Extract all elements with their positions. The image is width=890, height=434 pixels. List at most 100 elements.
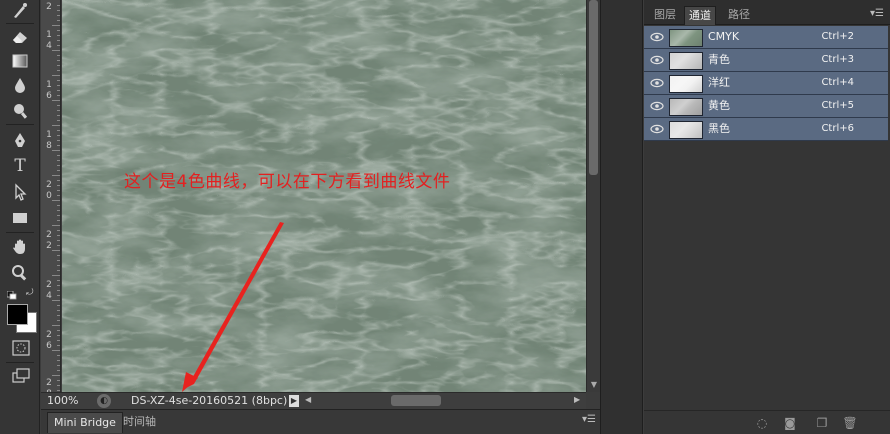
ruler-tick [57,70,60,71]
tab-timeline[interactable]: 时间轴 [117,412,162,432]
vertical-scrollbar[interactable]: ▼ [586,0,600,392]
ruler-tick [57,55,60,56]
channel-name: 黑色 [708,122,730,135]
visibility-eye-icon[interactable] [650,77,664,89]
ruler-label: 2 [46,280,52,290]
ruler-tick [52,75,60,76]
ruler-tick [57,45,60,46]
ruler-tick [57,260,60,261]
delete-icon[interactable]: 🗑 [842,415,858,431]
path-select-icon[interactable] [8,181,32,203]
tab-layers[interactable]: 图层 [650,6,680,24]
pen-icon[interactable] [8,129,32,151]
load-selection-icon[interactable]: ◌ [754,415,770,431]
tab-mini-bridge[interactable]: Mini Bridge [47,412,123,433]
ruler-tick [57,65,60,66]
channel-thumbnail [669,121,703,139]
default-colors-icon[interactable] [6,290,17,300]
ruler-tick [52,125,60,126]
ruler-tick [57,210,60,211]
eraser-icon[interactable] [8,26,32,48]
channel-row[interactable]: CMYK Ctrl+2 [644,26,888,49]
horizontal-scroll-thumb[interactable] [391,395,441,406]
ruler-tick [57,305,60,306]
channel-name: 青色 [708,53,730,66]
scroll-right-arrow-icon[interactable]: ▶ [574,395,580,404]
blur-icon[interactable] [8,74,32,96]
ruler-tick [52,225,60,226]
ruler-tick [57,290,60,291]
ruler-tick [57,220,60,221]
scroll-down-arrow-icon[interactable]: ▼ [589,380,599,390]
hand-icon[interactable] [8,236,32,258]
swap-colors-icon[interactable]: ⤾ [26,288,36,298]
ruler-tick [57,340,60,341]
ruler-tick [57,230,60,231]
ruler-tick [57,205,60,206]
screen-mode-icon[interactable] [12,368,30,384]
panel-menu-icon[interactable]: ▾☰ [870,8,884,19]
status-info-icon[interactable]: ◐ [97,394,111,408]
channel-row[interactable]: 黑色 Ctrl+6 [644,118,888,141]
ruler-tick [57,165,60,166]
ruler-tick [57,320,60,321]
rectangle-icon[interactable] [8,207,32,229]
tab-paths[interactable]: 路径 [724,6,754,24]
ruler-tick [52,250,60,251]
zoom-icon[interactable] [8,262,32,284]
tab-channels[interactable]: 通道 [684,6,716,25]
ruler-tick [57,110,60,111]
visibility-eye-icon[interactable] [650,31,664,43]
ruler-tick [57,40,60,41]
ruler-label: 2 [46,230,52,240]
channel-row[interactable]: 青色 Ctrl+3 [644,49,888,72]
ruler-label: 1 [46,130,52,140]
visibility-eye-icon[interactable] [650,100,664,112]
status-menu-arrow-icon[interactable]: ▶ [289,395,299,407]
ruler-tick [52,300,60,301]
ruler-tick [52,375,60,376]
zoom-level-field[interactable]: 100% [47,394,78,408]
ruler-tick [57,180,60,181]
foreground-color-swatch[interactable] [7,304,28,325]
ruler-tick [57,195,60,196]
vertical-scroll-thumb[interactable] [589,0,598,175]
channel-name: CMYK [708,30,740,43]
quick-mask-icon[interactable] [12,340,30,356]
ruler-tick [57,295,60,296]
visibility-eye-icon[interactable] [650,54,664,66]
ruler-tick [57,190,60,191]
ruler-tick [57,390,60,391]
ruler-tick [57,370,60,371]
ruler-tick [57,270,60,271]
dodge-icon[interactable] [8,100,32,122]
panel-menu-icon[interactable]: ▾☰ [582,414,596,425]
channel-thumbnail [669,52,703,70]
save-selection-icon[interactable]: ◙ [782,415,798,431]
ruler-tick [57,365,60,366]
ruler-tick [57,90,60,91]
channels-panel: 图层 通道 路径 ▾☰ CMYK Ctrl+2 青色 Ctrl+3 洋红 Ctrl+4 黄色… [644,0,890,434]
document-canvas[interactable] [62,0,586,392]
tool-divider [6,23,34,24]
channel-row[interactable]: 黄色 Ctrl+5 [644,95,888,118]
new-channel-icon[interactable]: ❐ [814,415,830,431]
ruler-tick [57,30,60,31]
tool-divider [6,232,34,233]
ruler-tick [57,130,60,131]
ruler-tick [57,265,60,266]
scroll-left-arrow-icon[interactable]: ◀ [305,395,311,404]
channel-row[interactable]: 洋红 Ctrl+4 [644,72,888,95]
visibility-eye-icon[interactable] [650,123,664,135]
ruler-tick [57,140,60,141]
history-brush-icon[interactable] [8,0,32,22]
type-icon[interactable]: T [8,155,32,177]
gradient-icon[interactable] [8,50,32,72]
ruler-tick [57,15,60,16]
ruler-label: 1 [46,80,52,90]
channel-shortcut: Ctrl+4 [821,77,854,88]
ruler-tick [52,150,60,151]
ruler-tick [52,50,60,51]
ruler-tick [57,380,60,381]
document-info: DS-XZ-4se-20160521 (8bpc) [131,394,288,407]
